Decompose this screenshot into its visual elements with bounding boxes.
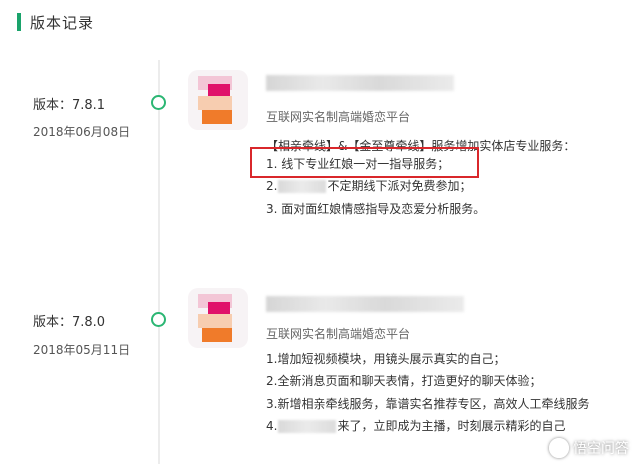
- changelog-line: 2. 不定期线下派对免费参加；: [266, 177, 471, 194]
- app-icon: [188, 288, 248, 348]
- changelog-line-prefix: 2.: [266, 179, 278, 193]
- section-header: 版本记录: [17, 10, 94, 34]
- version-date: 2018年05月11日: [33, 343, 131, 357]
- changelog-line-prefix: 4.: [266, 419, 278, 433]
- app-subtitle: 互联网实名制高端婚恋平台: [266, 110, 411, 124]
- changelog-line-text: 不定期线下派对免费参加；: [327, 179, 472, 193]
- changelog-line-text: 来了，立即成为主播，时刻展示精彩的自己: [337, 419, 566, 433]
- timeline-dot: [151, 95, 166, 110]
- watermark-logo-icon: [549, 438, 569, 458]
- app-icon: [188, 70, 248, 130]
- timeline-line: [158, 60, 160, 464]
- changelog-line: 4. 来了，立即成为主播，时刻展示精彩的自己: [266, 417, 565, 434]
- timeline-dot: [151, 312, 166, 327]
- changelog-line: 1.增加短视频模块，用镜头展示真实的自己；: [266, 352, 506, 366]
- app-subtitle: 互联网实名制高端婚恋平台: [266, 327, 411, 341]
- app-name-blurred: [266, 296, 464, 312]
- section-title: 版本记录: [30, 13, 95, 32]
- watermark: 悟空问答: [549, 438, 629, 458]
- changelog-line: 3.新增相亲牵线服务，靠谱实名推荐专区，高效人工牵线服务: [266, 397, 590, 411]
- blurred-text: [278, 420, 337, 433]
- header-accent-bar: [17, 13, 21, 31]
- version-number: 版本：7.8.0: [33, 315, 106, 330]
- changelog-line: 2.全新消息页面和聊天表情，打造更好的聊天体验；: [266, 374, 542, 388]
- highlight-box: [250, 147, 479, 178]
- watermark-text: 悟空问答: [573, 441, 629, 457]
- version-number: 版本：7.8.1: [33, 98, 106, 113]
- version-date: 2018年06月08日: [33, 125, 131, 139]
- changelog-line: 3. 面对面红娘情感指导及恋爱分析服务。: [266, 202, 486, 216]
- blurred-text: [278, 180, 327, 193]
- app-name-blurred: [266, 75, 454, 91]
